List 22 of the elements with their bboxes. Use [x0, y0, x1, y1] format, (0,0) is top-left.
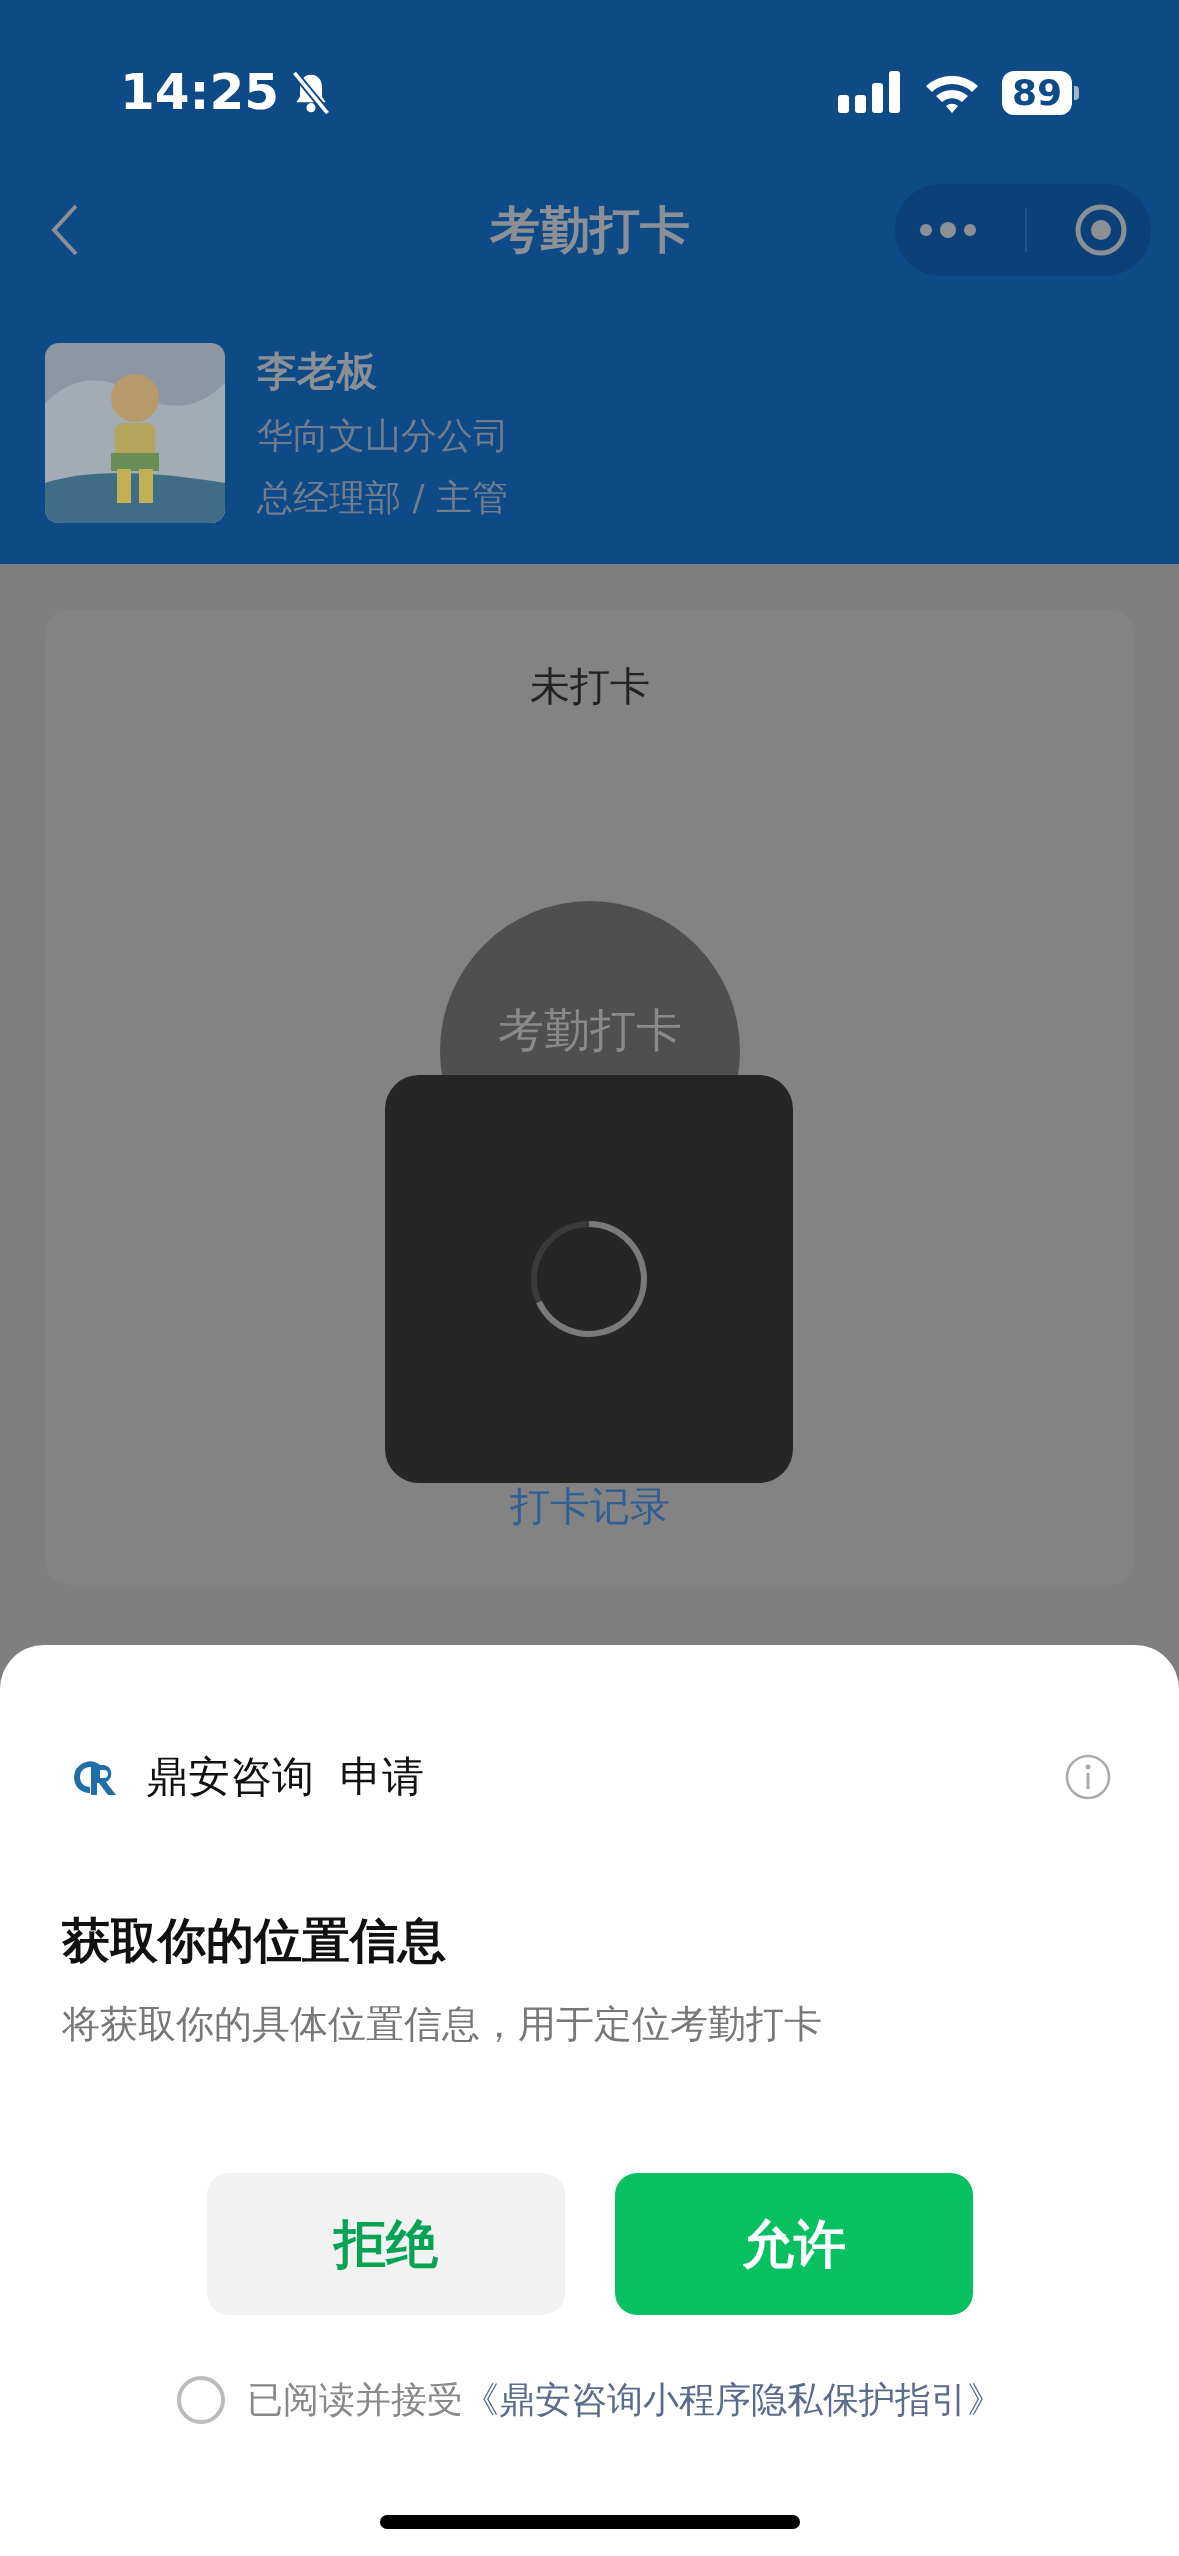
more-icon[interactable] [918, 220, 979, 240]
user-name: 李老板 [257, 347, 378, 396]
agreement-checkbox[interactable] [176, 2376, 225, 2424]
agreement-text: 已阅读并接受《鼎安咨询小程序隐私保护指引》 [246, 2378, 1003, 2422]
app-name: 鼎安咨询 [146, 1751, 314, 1803]
allow-button[interactable]: 允许 [614, 2173, 973, 2315]
punch-status: 未打卡 [529, 662, 650, 711]
status-time: 14:25 [120, 62, 280, 123]
close-icon[interactable] [1073, 203, 1128, 257]
sheet-description: 将获取你的具体位置信息，用于定位考勤打卡 [61, 2001, 823, 2048]
department-role: 总经理部 / 主管 [257, 476, 509, 520]
page-title: 考勤打卡 [489, 199, 690, 261]
privacy-guide-link[interactable]: 《鼎安咨询小程序隐私保护指引》 [462, 2379, 1003, 2420]
info-icon[interactable] [1065, 1753, 1111, 1800]
request-label: 申请 [340, 1751, 424, 1803]
company-name: 华向文山分公司 [257, 414, 509, 458]
battery-level: 89 [1001, 70, 1072, 115]
signal-icon [837, 70, 902, 115]
deny-button[interactable]: 拒绝 [206, 2173, 565, 2315]
sheet-title: 获取你的位置信息 [61, 1911, 447, 1970]
spinner-icon [528, 1218, 650, 1340]
back-icon[interactable] [50, 203, 80, 257]
